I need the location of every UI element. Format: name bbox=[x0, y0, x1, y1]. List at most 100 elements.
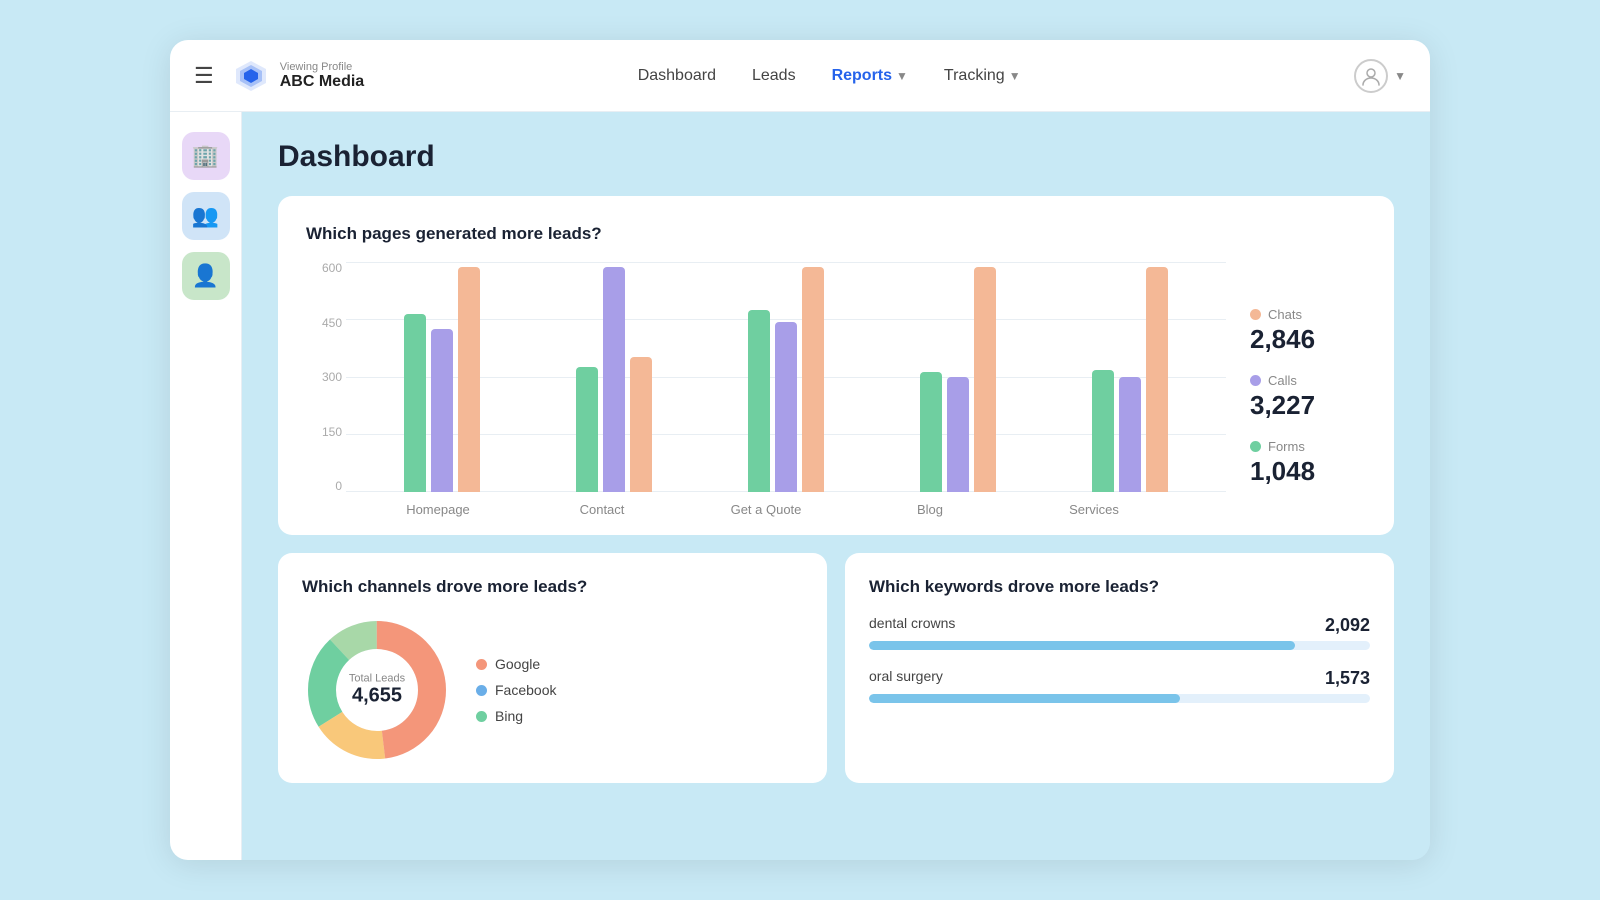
bar-homepage-green bbox=[404, 314, 426, 492]
x-labels: Homepage Contact Get a Quote Blog Servic… bbox=[306, 502, 1226, 517]
bottom-row: Which channels drove more leads? bbox=[278, 553, 1394, 783]
x-label-homepage: Homepage bbox=[356, 502, 520, 517]
sidebar-item-group[interactable]: 👥 bbox=[182, 192, 230, 240]
keyword-row-oral: oral surgery 1,573 bbox=[869, 668, 1370, 703]
bar-group-contact bbox=[528, 267, 700, 492]
bar-services-peach bbox=[1146, 267, 1168, 492]
y-labels: 600 450 300 150 0 bbox=[306, 262, 342, 492]
bar-services-green bbox=[1092, 370, 1114, 492]
bar-group-blog bbox=[872, 267, 1044, 492]
channels-title: Which channels drove more leads? bbox=[302, 577, 803, 597]
x-label-services: Services bbox=[1012, 502, 1176, 517]
bar-group-quote bbox=[700, 267, 872, 492]
x-label-contact: Contact bbox=[520, 502, 684, 517]
keywords-title: Which keywords drove more leads? bbox=[869, 577, 1370, 597]
legend-chats: Chats 2,846 bbox=[1250, 307, 1366, 355]
tracking-chevron-icon: ▼ bbox=[1009, 69, 1021, 83]
bar-quote-peach bbox=[802, 267, 824, 492]
reports-chevron-icon: ▼ bbox=[896, 69, 908, 83]
bar-group-homepage bbox=[356, 267, 528, 492]
nav-dashboard[interactable]: Dashboard bbox=[638, 67, 716, 85]
y-label-600: 600 bbox=[322, 262, 342, 274]
sidebar-item-user[interactable]: 👤 bbox=[182, 252, 230, 300]
nav-reports[interactable]: Reports ▼ bbox=[832, 67, 908, 85]
label-facebook: Facebook bbox=[495, 682, 556, 698]
legend-value-calls: 3,227 bbox=[1250, 390, 1366, 421]
hamburger-icon[interactable]: ☰ bbox=[194, 63, 214, 89]
y-label-150: 150 bbox=[322, 426, 342, 438]
legend-dot-forms bbox=[1250, 441, 1261, 452]
bar-blog-green bbox=[920, 372, 942, 492]
page-title: Dashboard bbox=[278, 140, 1394, 174]
donut-wrapper: Total Leads 4,655 bbox=[302, 615, 452, 765]
keyword-header-oral: oral surgery 1,573 bbox=[869, 668, 1370, 689]
legend-dot-calls bbox=[1250, 375, 1261, 386]
legend-label-forms: Forms bbox=[1268, 439, 1305, 454]
dot-bing bbox=[476, 711, 487, 722]
bar-quote-purple bbox=[775, 322, 797, 492]
bar-homepage-purple bbox=[431, 329, 453, 492]
nav-leads[interactable]: Leads bbox=[752, 67, 796, 85]
bar-chart-title: Which pages generated more leads? bbox=[306, 224, 1366, 244]
bar-quote-green bbox=[748, 310, 770, 492]
bar-group-services bbox=[1044, 267, 1216, 492]
donut-total-value: 4,655 bbox=[349, 685, 405, 708]
donut-legend-facebook: Facebook bbox=[476, 682, 556, 698]
keyword-count-oral: 1,573 bbox=[1325, 668, 1370, 689]
bars-container bbox=[346, 262, 1226, 492]
avatar bbox=[1354, 59, 1388, 93]
y-label-450: 450 bbox=[322, 317, 342, 329]
brand-logo-icon bbox=[232, 57, 270, 95]
bar-blog-peach bbox=[974, 267, 996, 492]
chart-legend: Chats 2,846 Calls 3,227 bbox=[1226, 307, 1366, 517]
keyword-bar-fill-dental bbox=[869, 641, 1295, 650]
label-google: Google bbox=[495, 656, 540, 672]
user-icon: 👤 bbox=[192, 263, 219, 289]
viewing-label: Viewing Profile bbox=[280, 61, 364, 73]
sidebar-item-building[interactable]: 🏢 bbox=[182, 132, 230, 180]
y-label-0: 0 bbox=[335, 480, 342, 492]
brand-name: ABC Media bbox=[280, 73, 364, 91]
legend-calls: Calls 3,227 bbox=[1250, 373, 1366, 421]
bar-contact-green bbox=[576, 367, 598, 492]
chart-area: 600 450 300 150 0 bbox=[306, 262, 1366, 517]
donut-legend-bing: Bing bbox=[476, 708, 556, 724]
keyword-label-dental: dental crowns bbox=[869, 615, 955, 636]
legend-dot-chats bbox=[1250, 309, 1261, 320]
y-label-300: 300 bbox=[322, 371, 342, 383]
brand-text: Viewing Profile ABC Media bbox=[280, 61, 364, 91]
label-bing: Bing bbox=[495, 708, 523, 724]
user-chevron-icon: ▼ bbox=[1394, 69, 1406, 83]
keyword-label-oral: oral surgery bbox=[869, 668, 943, 689]
keyword-header-dental: dental crowns 2,092 bbox=[869, 615, 1370, 636]
legend-forms: Forms 1,048 bbox=[1250, 439, 1366, 487]
donut-legend-google: Google bbox=[476, 656, 556, 672]
legend-value-forms: 1,048 bbox=[1250, 456, 1366, 487]
keywords-card: Which keywords drove more leads? dental … bbox=[845, 553, 1394, 783]
channels-card: Which channels drove more leads? bbox=[278, 553, 827, 783]
dot-google bbox=[476, 659, 487, 670]
bar-services-purple bbox=[1119, 377, 1141, 492]
nav-tracking[interactable]: Tracking ▼ bbox=[944, 67, 1021, 85]
x-label-quote: Get a Quote bbox=[684, 502, 848, 517]
chart-grid: 600 450 300 150 0 bbox=[306, 262, 1226, 492]
donut-center: Total Leads 4,655 bbox=[349, 673, 405, 708]
content-area: Dashboard Which pages generated more lea… bbox=[242, 112, 1430, 860]
bar-chart-card: Which pages generated more leads? 600 45… bbox=[278, 196, 1394, 535]
bar-contact-purple bbox=[603, 267, 625, 492]
main-nav: Dashboard Leads Reports ▼ Tracking ▼ bbox=[638, 67, 1081, 85]
dot-facebook bbox=[476, 685, 487, 696]
building-icon: 🏢 bbox=[192, 143, 219, 169]
bar-homepage-peach bbox=[458, 267, 480, 492]
keyword-count-dental: 2,092 bbox=[1325, 615, 1370, 636]
keyword-bar-bg-dental bbox=[869, 641, 1370, 650]
group-icon: 👥 bbox=[192, 203, 219, 229]
chart-main: 600 450 300 150 0 bbox=[306, 262, 1226, 517]
brand-area: Viewing Profile ABC Media bbox=[232, 57, 364, 95]
user-menu[interactable]: ▼ bbox=[1354, 59, 1406, 93]
navbar: ☰ Viewing Profile ABC Media Dashboard Le… bbox=[170, 40, 1430, 112]
legend-label-chats: Chats bbox=[1268, 307, 1302, 322]
app-window: ☰ Viewing Profile ABC Media Dashboard Le… bbox=[170, 40, 1430, 860]
bar-contact-peach bbox=[630, 357, 652, 492]
keyword-bar-fill-oral bbox=[869, 694, 1180, 703]
